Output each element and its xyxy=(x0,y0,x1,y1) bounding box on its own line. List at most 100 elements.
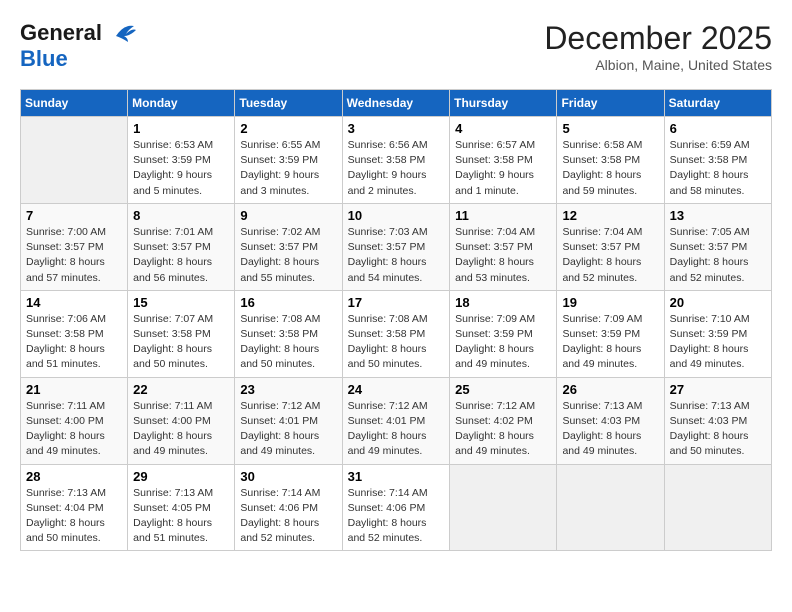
day-info: Sunrise: 7:09 AMSunset: 3:59 PMDaylight:… xyxy=(455,312,551,373)
header-thursday: Thursday xyxy=(450,90,557,117)
day-number: 8 xyxy=(133,208,229,223)
calendar-cell xyxy=(450,464,557,551)
calendar-week-2: 7Sunrise: 7:00 AMSunset: 3:57 PMDaylight… xyxy=(21,203,772,290)
header-saturday: Saturday xyxy=(664,90,771,117)
calendar-cell: 29 Sunrise: 7:13 AMSunset: 4:05 PMDayligh… xyxy=(128,464,235,551)
day-number: 7 xyxy=(26,208,122,223)
calendar-cell: 16Sunrise: 7:08 AMSunset: 3:58 PMDayligh… xyxy=(235,290,342,377)
logo-text-general: General xyxy=(20,20,102,46)
page-header: General Blue December 2025 Albion, Maine… xyxy=(20,20,772,73)
location: Albion, Maine, United States xyxy=(544,57,772,73)
day-number: 18 xyxy=(455,295,551,310)
month-title: December 2025 xyxy=(544,20,772,57)
calendar-cell: 7Sunrise: 7:00 AMSunset: 3:57 PMDaylight… xyxy=(21,203,128,290)
day-info: Sunrise: 7:04 AMSunset: 3:57 PMDaylight:… xyxy=(455,225,551,286)
day-number: 3 xyxy=(348,121,445,136)
day-number: 15 xyxy=(133,295,229,310)
logo: General Blue xyxy=(20,20,136,72)
day-number: 11 xyxy=(455,208,551,223)
calendar-cell: 21 Sunrise: 7:11 AMSunset: 4:00 PMDayligh… xyxy=(21,377,128,464)
calendar-cell: 22 Sunrise: 7:11 AMSunset: 4:00 PMDayligh… xyxy=(128,377,235,464)
day-info: Sunrise: 7:14 AMSunset: 4:06 PMDaylight:… xyxy=(240,486,336,547)
header-friday: Friday xyxy=(557,90,664,117)
calendar-cell: 13Sunrise: 7:05 AMSunset: 3:57 PMDayligh… xyxy=(664,203,771,290)
calendar-cell: 12 Sunrise: 7:04 AMSunset: 3:57 PMDayligh… xyxy=(557,203,664,290)
day-number: 22 xyxy=(133,382,229,397)
calendar: SundayMondayTuesdayWednesdayThursdayFrid… xyxy=(20,89,772,551)
day-info: Sunrise: 7:11 AMSunset: 4:00 PMDaylight:… xyxy=(133,399,229,460)
day-number: 29 xyxy=(133,469,229,484)
day-number: 28 xyxy=(26,469,122,484)
calendar-cell: 15 Sunrise: 7:07 AMSunset: 3:58 PMDayligh… xyxy=(128,290,235,377)
calendar-cell: 18 Sunrise: 7:09 AMSunset: 3:59 PMDayligh… xyxy=(450,290,557,377)
day-number: 31 xyxy=(348,469,445,484)
day-number: 9 xyxy=(240,208,336,223)
day-number: 21 xyxy=(26,382,122,397)
day-info: Sunrise: 7:04 AMSunset: 3:57 PMDaylight:… xyxy=(562,225,658,286)
calendar-cell: 30 Sunrise: 7:14 AMSunset: 4:06 PMDayligh… xyxy=(235,464,342,551)
day-info: Sunrise: 7:10 AMSunset: 3:59 PMDaylight:… xyxy=(670,312,766,373)
calendar-cell: 26Sunrise: 7:13 AMSunset: 4:03 PMDayligh… xyxy=(557,377,664,464)
calendar-cell: 20 Sunrise: 7:10 AMSunset: 3:59 PMDayligh… xyxy=(664,290,771,377)
header-monday: Monday xyxy=(128,90,235,117)
day-number: 25 xyxy=(455,382,551,397)
day-info: Sunrise: 7:05 AMSunset: 3:57 PMDaylight:… xyxy=(670,225,766,286)
calendar-week-1: 1Sunrise: 6:53 AMSunset: 3:59 PMDaylight… xyxy=(21,117,772,204)
header-tuesday: Tuesday xyxy=(235,90,342,117)
calendar-week-4: 21 Sunrise: 7:11 AMSunset: 4:00 PMDayligh… xyxy=(21,377,772,464)
day-info: Sunrise: 6:53 AMSunset: 3:59 PMDaylight:… xyxy=(133,138,229,199)
logo-text-blue: Blue xyxy=(20,46,68,71)
day-info: Sunrise: 7:08 AMSunset: 3:58 PMDaylight:… xyxy=(240,312,336,373)
day-info: Sunrise: 7:12 AMSunset: 4:01 PMDaylight:… xyxy=(348,399,445,460)
day-info: Sunrise: 7:02 AMSunset: 3:57 PMDaylight:… xyxy=(240,225,336,286)
day-info: Sunrise: 7:09 AMSunset: 3:59 PMDaylight:… xyxy=(562,312,658,373)
day-info: Sunrise: 7:07 AMSunset: 3:58 PMDaylight:… xyxy=(133,312,229,373)
header-sunday: Sunday xyxy=(21,90,128,117)
day-number: 4 xyxy=(455,121,551,136)
day-info: Sunrise: 7:13 AMSunset: 4:04 PMDaylight:… xyxy=(26,486,122,547)
title-block: December 2025 Albion, Maine, United Stat… xyxy=(544,20,772,73)
day-number: 14 xyxy=(26,295,122,310)
day-info: Sunrise: 7:11 AMSunset: 4:00 PMDaylight:… xyxy=(26,399,122,460)
day-number: 30 xyxy=(240,469,336,484)
calendar-cell: 11 Sunrise: 7:04 AMSunset: 3:57 PMDayligh… xyxy=(450,203,557,290)
calendar-cell: 17Sunrise: 7:08 AMSunset: 3:58 PMDayligh… xyxy=(342,290,450,377)
calendar-cell: 3 Sunrise: 6:56 AMSunset: 3:58 PMDaylight… xyxy=(342,117,450,204)
day-number: 23 xyxy=(240,382,336,397)
calendar-cell: 5 Sunrise: 6:58 AMSunset: 3:58 PMDaylight… xyxy=(557,117,664,204)
day-info: Sunrise: 6:55 AMSunset: 3:59 PMDaylight:… xyxy=(240,138,336,199)
calendar-cell: 28 Sunrise: 7:13 AMSunset: 4:04 PMDayligh… xyxy=(21,464,128,551)
day-info: Sunrise: 7:13 AMSunset: 4:05 PMDaylight:… xyxy=(133,486,229,547)
calendar-header-row: SundayMondayTuesdayWednesdayThursdayFrid… xyxy=(21,90,772,117)
day-info: Sunrise: 6:58 AMSunset: 3:58 PMDaylight:… xyxy=(562,138,658,199)
calendar-cell: 31 Sunrise: 7:14 AMSunset: 4:06 PMDayligh… xyxy=(342,464,450,551)
day-number: 10 xyxy=(348,208,445,223)
day-number: 12 xyxy=(562,208,658,223)
calendar-cell: 2 Sunrise: 6:55 AMSunset: 3:59 PMDaylight… xyxy=(235,117,342,204)
day-number: 5 xyxy=(562,121,658,136)
calendar-cell: 4 Sunrise: 6:57 AMSunset: 3:58 PMDaylight… xyxy=(450,117,557,204)
day-info: Sunrise: 6:56 AMSunset: 3:58 PMDaylight:… xyxy=(348,138,445,199)
calendar-cell xyxy=(557,464,664,551)
day-info: Sunrise: 7:06 AMSunset: 3:58 PMDaylight:… xyxy=(26,312,122,373)
day-number: 27 xyxy=(670,382,766,397)
calendar-cell: 8 Sunrise: 7:01 AMSunset: 3:57 PMDaylight… xyxy=(128,203,235,290)
day-info: Sunrise: 6:57 AMSunset: 3:58 PMDaylight:… xyxy=(455,138,551,199)
calendar-cell: 25Sunrise: 7:12 AMSunset: 4:02 PMDayligh… xyxy=(450,377,557,464)
calendar-cell: 1Sunrise: 6:53 AMSunset: 3:59 PMDaylight… xyxy=(128,117,235,204)
day-number: 19 xyxy=(562,295,658,310)
day-info: Sunrise: 7:12 AMSunset: 4:01 PMDaylight:… xyxy=(240,399,336,460)
calendar-week-5: 28 Sunrise: 7:13 AMSunset: 4:04 PMDayligh… xyxy=(21,464,772,551)
calendar-cell: 27Sunrise: 7:13 AMSunset: 4:03 PMDayligh… xyxy=(664,377,771,464)
day-number: 24 xyxy=(348,382,445,397)
calendar-cell: 10Sunrise: 7:03 AMSunset: 3:57 PMDayligh… xyxy=(342,203,450,290)
day-number: 20 xyxy=(670,295,766,310)
day-number: 17 xyxy=(348,295,445,310)
day-number: 2 xyxy=(240,121,336,136)
calendar-cell: 19 Sunrise: 7:09 AMSunset: 3:59 PMDayligh… xyxy=(557,290,664,377)
calendar-cell: 9 Sunrise: 7:02 AMSunset: 3:57 PMDaylight… xyxy=(235,203,342,290)
calendar-cell: 23 Sunrise: 7:12 AMSunset: 4:01 PMDayligh… xyxy=(235,377,342,464)
calendar-cell xyxy=(21,117,128,204)
day-info: Sunrise: 7:01 AMSunset: 3:57 PMDaylight:… xyxy=(133,225,229,286)
day-info: Sunrise: 7:14 AMSunset: 4:06 PMDaylight:… xyxy=(348,486,445,547)
